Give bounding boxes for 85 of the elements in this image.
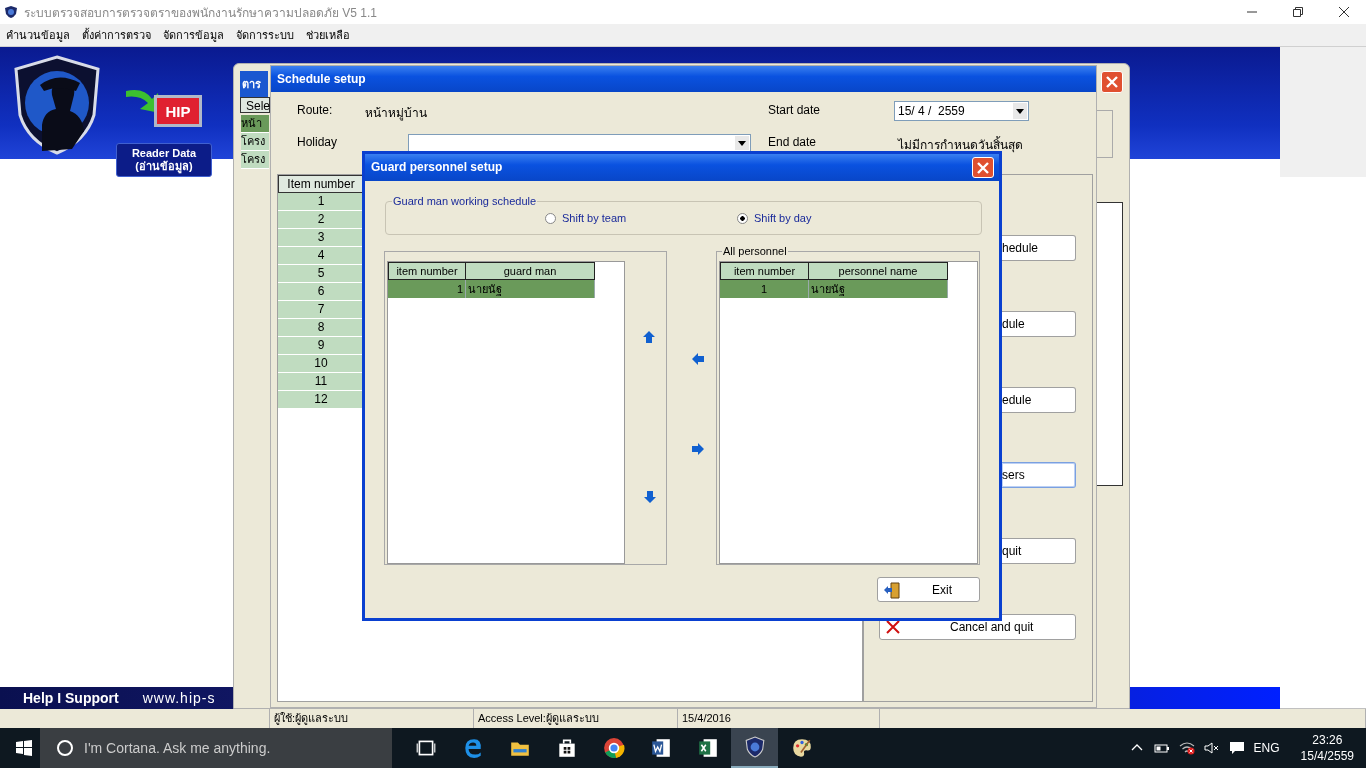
group-legend: All personnel (722, 245, 788, 257)
language-indicator[interactable]: ENG (1253, 741, 1280, 755)
menu-item[interactable]: คำนวนข้อมูล (4, 26, 72, 44)
notification-icon[interactable] (1228, 741, 1245, 755)
door-exit-icon (883, 580, 901, 599)
end-date-value: ไม่มีการกำหนดวันสิ้นสุด (898, 135, 1023, 154)
wifi-off-icon[interactable] (1178, 741, 1195, 755)
table-cell: 10 (278, 355, 364, 373)
radio-option[interactable]: Shift by team (545, 212, 627, 224)
table-cell: 9 (278, 337, 364, 355)
table-cell: 12 (278, 391, 364, 409)
exit-button[interactable]: Exit (877, 577, 980, 602)
list-row[interactable]: โครง (241, 151, 269, 169)
table-cell: 6 (278, 283, 364, 301)
monitor-logo: HIP (154, 95, 202, 127)
table-cell: 2 (278, 211, 364, 229)
guard-shield-icon[interactable] (744, 736, 766, 758)
down-arrow-icon[interactable] (643, 490, 657, 504)
end-date-label: End date (768, 135, 817, 149)
browser-e-icon[interactable] (462, 737, 484, 759)
table-cell: 4 (278, 247, 364, 265)
menu-item[interactable]: ตั้งค่าการตรวจ (80, 26, 153, 44)
route-value: หน้าหมู่บ้าน (365, 105, 427, 122)
reader-data-button[interactable]: Reader Data (อ่านข้อมูล) (116, 143, 212, 177)
close-icon (977, 161, 989, 174)
action-button[interactable]: sers (1002, 462, 1076, 488)
app-shield-icon (4, 5, 18, 19)
close-icon[interactable] (1338, 6, 1350, 18)
right-arrow-icon[interactable] (691, 442, 705, 456)
caret-icon (738, 140, 746, 146)
shopping-bag-icon[interactable] (556, 737, 578, 759)
word-icon[interactable] (650, 737, 672, 759)
window-title-bar: Guard personnel setup (365, 154, 999, 181)
caret-icon (1016, 108, 1024, 114)
action-button[interactable]: edule (1002, 387, 1076, 413)
windows-start-icon[interactable] (16, 740, 32, 756)
column-header: guard man (466, 262, 595, 280)
window-title-bar: ตาร (240, 71, 268, 97)
table-cell: 8 (278, 319, 364, 337)
start-date-label: Start date (768, 103, 821, 117)
help-support-label: Help I Support (23, 690, 119, 706)
menu-item[interactable]: ช่วยเหลือ (304, 26, 352, 44)
table-cell: 5 (278, 265, 364, 283)
guard-shield-logo-icon (12, 55, 102, 155)
menu-item[interactable]: จัดการข้อมูล (161, 26, 226, 44)
paint-palette-icon[interactable] (791, 737, 813, 759)
table-cell: 7 (278, 301, 364, 319)
close-button[interactable] (1101, 71, 1123, 93)
table-cell: 3 (278, 229, 364, 247)
column-header: item number (388, 262, 466, 280)
table-row[interactable]: 1 นายนัฐ (720, 280, 948, 298)
radio-option[interactable]: Shift by day (737, 212, 812, 224)
group-legend: Guard man working schedule (392, 195, 538, 207)
left-arrow-icon[interactable] (691, 352, 705, 366)
list-row[interactable]: โครง (241, 133, 269, 151)
holiday-label: Holiday (297, 135, 338, 149)
cross-icon (886, 620, 900, 634)
restore-icon[interactable] (1292, 6, 1304, 18)
action-button[interactable]: quit (1002, 538, 1076, 564)
clock[interactable]: 23:26 15/4/2559 (1300, 732, 1354, 764)
window-title: ระบบตรวจสอบการตรวจตราของพนักงานรักษาความปลอดภัย V5 1.1 (24, 4, 378, 22)
action-button[interactable]: hedule (1002, 235, 1076, 261)
column-header: personnel name (809, 262, 948, 280)
table-row[interactable]: 1 นายนัฐ (388, 280, 595, 298)
speaker-muted-icon[interactable] (1203, 741, 1220, 755)
website-link[interactable]: www.hip-s (142, 690, 216, 706)
list-row[interactable]: หน้า (241, 115, 269, 133)
column-header: item number (720, 262, 809, 280)
action-button[interactable]: dule (1002, 311, 1076, 337)
close-icon (1106, 76, 1118, 88)
route-label: Route: (297, 103, 333, 117)
chrome-icon[interactable] (603, 737, 625, 759)
start-date-picker[interactable]: 15/ 4 / 2559 (894, 101, 1029, 121)
search-field[interactable]: I'm Cortana. Ask me anything. (40, 728, 392, 768)
excel-icon[interactable] (697, 737, 719, 759)
holiday-dropdown[interactable] (408, 134, 751, 152)
battery-icon[interactable] (1153, 741, 1170, 755)
column-header: Item number (278, 175, 364, 193)
table-cell: 1 (278, 193, 364, 211)
close-button[interactable] (972, 157, 994, 178)
up-arrow-icon[interactable] (642, 330, 656, 344)
window-title: Schedule setup (271, 66, 1096, 92)
menu-item[interactable]: จัดการระบบ (234, 26, 296, 44)
table-cell: 11 (278, 373, 364, 391)
circle-icon (56, 739, 74, 757)
